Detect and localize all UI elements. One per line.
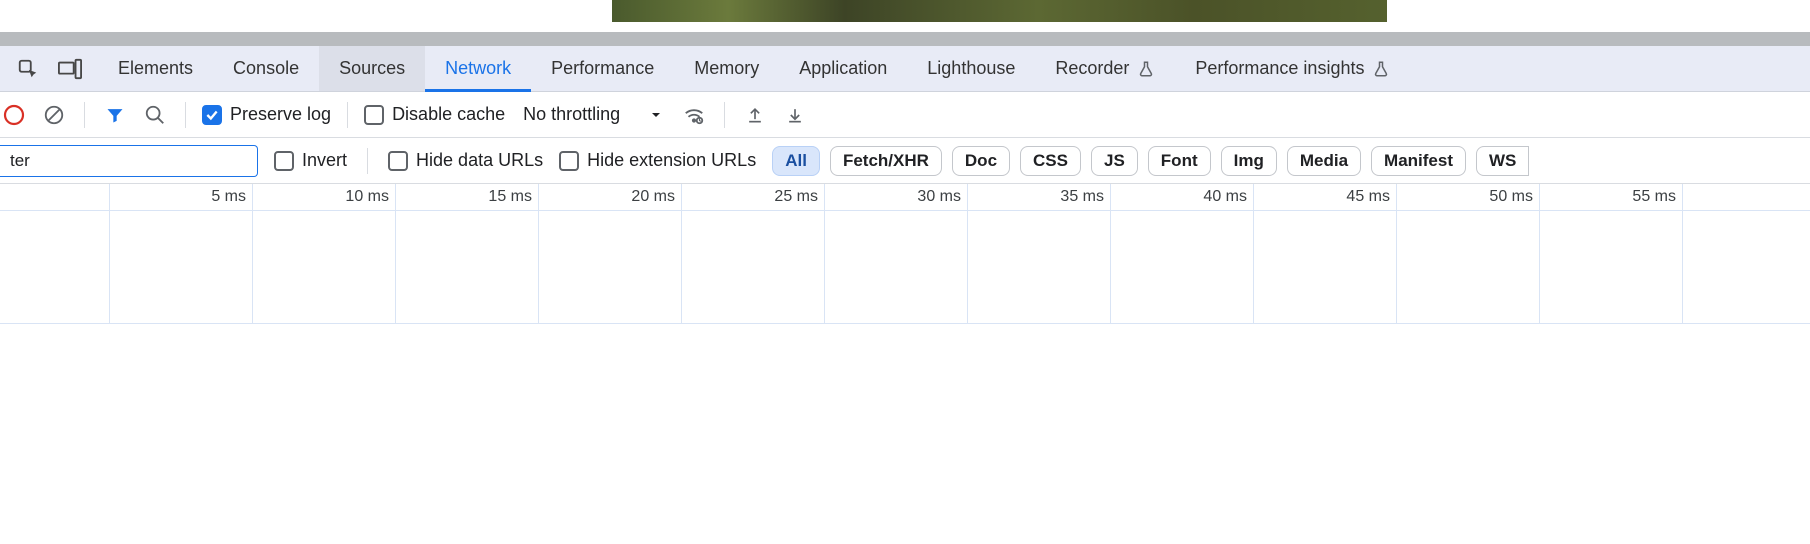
tab-label: Performance xyxy=(551,58,654,79)
tab-label: Sources xyxy=(339,58,405,79)
timeline-tick-label: 55 ms xyxy=(1632,188,1676,206)
device-toolbar-icon[interactable] xyxy=(56,55,84,83)
network-toolbar: Preserve log Disable cache No throttling xyxy=(0,92,1810,138)
resource-type-pills: All Fetch/XHR Doc CSS JS Font Img Media … xyxy=(772,146,1529,176)
separator xyxy=(724,102,725,128)
pill-css[interactable]: CSS xyxy=(1020,146,1081,176)
timeline-tick: 45 ms xyxy=(1254,184,1397,323)
devtools-drag-handle[interactable] xyxy=(0,32,1810,46)
tab-performance[interactable]: Performance xyxy=(531,46,674,91)
network-conditions-icon[interactable] xyxy=(680,101,708,129)
inspect-element-icon[interactable] xyxy=(14,55,42,83)
pill-doc[interactable]: Doc xyxy=(952,146,1010,176)
pill-fetch-xhr[interactable]: Fetch/XHR xyxy=(830,146,942,176)
search-icon[interactable] xyxy=(141,101,169,129)
tab-label: Elements xyxy=(118,58,193,79)
timeline-tick: 40 ms xyxy=(1111,184,1254,323)
timeline-tick-label: 25 ms xyxy=(774,188,818,206)
separator xyxy=(347,102,348,128)
checkbox-label: Disable cache xyxy=(392,104,505,125)
separator xyxy=(185,102,186,128)
tab-label: Network xyxy=(445,58,511,79)
timeline-tick: 50 ms xyxy=(1397,184,1540,323)
tab-network[interactable]: Network xyxy=(425,46,531,91)
tab-performance-insights[interactable]: Performance insights xyxy=(1175,46,1410,91)
timeline-tick-label: 30 ms xyxy=(917,188,961,206)
timeline-tick: 30 ms xyxy=(825,184,968,323)
timeline-tick-label: 10 ms xyxy=(345,188,389,206)
filter-icon[interactable] xyxy=(101,101,129,129)
throttling-label: No throttling xyxy=(523,104,620,125)
pill-all[interactable]: All xyxy=(772,146,820,176)
timeline-tick: 20 ms xyxy=(539,184,682,323)
flask-icon xyxy=(1137,60,1155,78)
preserve-log-checkbox[interactable]: Preserve log xyxy=(202,104,331,125)
tab-elements[interactable]: Elements xyxy=(98,46,213,91)
devtools-tabbar: Elements Console Sources Network Perform… xyxy=(0,46,1810,92)
timeline-tick: 55 ms xyxy=(1540,184,1683,323)
timeline-tick: 25 ms xyxy=(682,184,825,323)
checkbox-label: Preserve log xyxy=(230,104,331,125)
checkbox-label: Hide data URLs xyxy=(416,150,543,171)
timeline-tick: 35 ms xyxy=(968,184,1111,323)
pill-manifest[interactable]: Manifest xyxy=(1371,146,1466,176)
timeline-tick: 15 ms xyxy=(396,184,539,323)
invert-checkbox[interactable]: Invert xyxy=(274,150,347,171)
tab-label: Recorder xyxy=(1055,58,1129,79)
checkbox-icon xyxy=(388,151,408,171)
page-content-fragment xyxy=(612,0,1387,22)
pill-img[interactable]: Img xyxy=(1221,146,1277,176)
disable-cache-checkbox[interactable]: Disable cache xyxy=(364,104,505,125)
timeline-tick-label: 50 ms xyxy=(1489,188,1533,206)
tab-sources[interactable]: Sources xyxy=(319,46,425,91)
checkbox-icon xyxy=(559,151,579,171)
throttling-select[interactable]: No throttling xyxy=(517,104,668,125)
checkbox-label: Hide extension URLs xyxy=(587,150,756,171)
download-har-icon[interactable] xyxy=(781,101,809,129)
timeline-tick-label: 20 ms xyxy=(631,188,675,206)
tab-memory[interactable]: Memory xyxy=(674,46,779,91)
tab-label: Performance insights xyxy=(1195,58,1364,79)
timeline-tick-label: 15 ms xyxy=(488,188,532,206)
network-filterbar: Invert Hide data URLs Hide extension URL… xyxy=(0,138,1810,184)
timeline-tick-label: 40 ms xyxy=(1203,188,1247,206)
checkbox-icon xyxy=(274,151,294,171)
page-content-viewport xyxy=(0,0,1810,32)
tab-console[interactable]: Console xyxy=(213,46,319,91)
tab-lighthouse[interactable]: Lighthouse xyxy=(907,46,1035,91)
record-icon[interactable] xyxy=(0,101,28,129)
flask-icon xyxy=(1372,60,1390,78)
tab-recorder[interactable]: Recorder xyxy=(1035,46,1175,91)
network-timeline-overview[interactable]: 5 ms 10 ms 15 ms 20 ms 25 ms 30 ms 35 ms 40 ms 4… xyxy=(0,184,1810,324)
upload-har-icon[interactable] xyxy=(741,101,769,129)
chevron-down-icon xyxy=(650,109,662,121)
tab-label: Memory xyxy=(694,58,759,79)
pill-media[interactable]: Media xyxy=(1287,146,1361,176)
separator xyxy=(367,148,368,174)
separator xyxy=(84,102,85,128)
checkbox-icon xyxy=(202,105,222,125)
timeline-tick-label: 5 ms xyxy=(211,188,246,206)
pill-js[interactable]: JS xyxy=(1091,146,1138,176)
timeline-tick: 5 ms xyxy=(110,184,253,323)
tab-label: Console xyxy=(233,58,299,79)
tab-label: Application xyxy=(799,58,887,79)
checkbox-icon xyxy=(364,105,384,125)
pill-font[interactable]: Font xyxy=(1148,146,1211,176)
hide-extension-urls-checkbox[interactable]: Hide extension URLs xyxy=(559,150,756,171)
pill-ws[interactable]: WS xyxy=(1476,146,1529,176)
clear-icon[interactable] xyxy=(40,101,68,129)
checkbox-label: Invert xyxy=(302,150,347,171)
timeline-tick-label: 35 ms xyxy=(1060,188,1104,206)
timeline-tick: 10 ms xyxy=(253,184,396,323)
timeline-tick-label: 45 ms xyxy=(1346,188,1390,206)
filter-input[interactable] xyxy=(0,145,258,177)
tab-application[interactable]: Application xyxy=(779,46,907,91)
tab-label: Lighthouse xyxy=(927,58,1015,79)
hide-data-urls-checkbox[interactable]: Hide data URLs xyxy=(388,150,543,171)
